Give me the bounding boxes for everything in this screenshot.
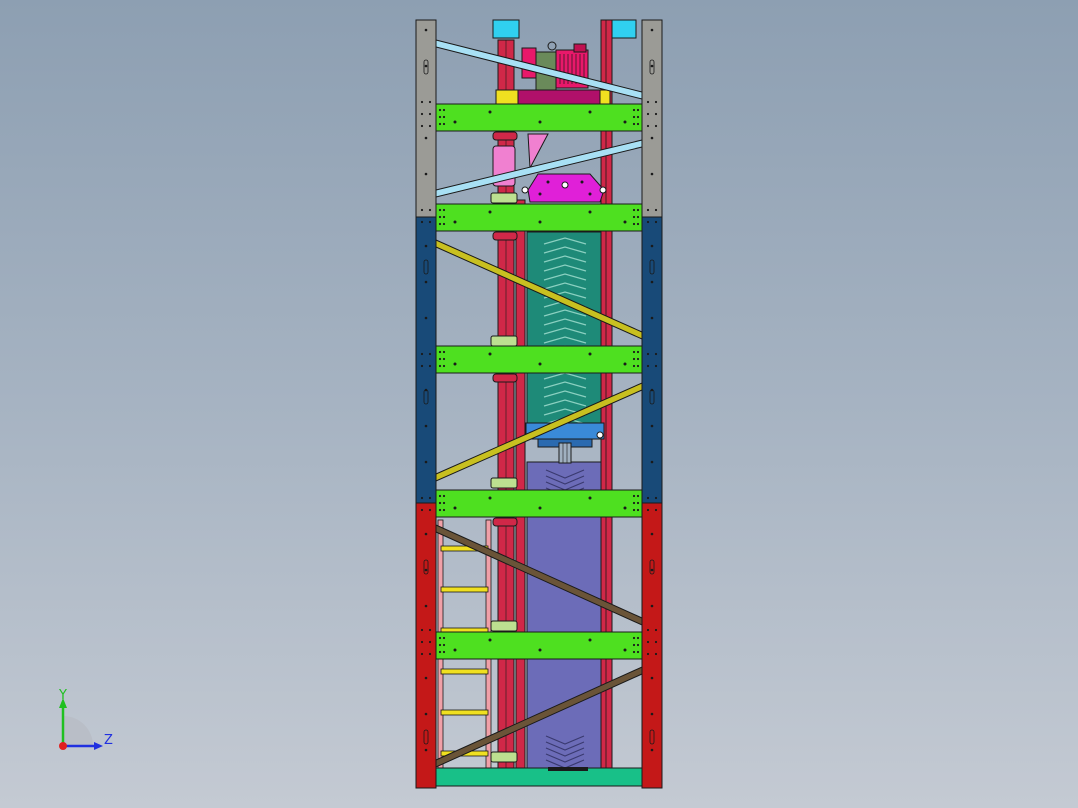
rail-bracket[interactable] xyxy=(490,751,518,763)
base-plate[interactable] xyxy=(435,767,643,787)
ladder-rung xyxy=(440,586,489,593)
z-axis-head xyxy=(94,742,103,750)
ladder-rung xyxy=(440,709,489,716)
rail-clamp xyxy=(492,131,518,141)
crossbeam-4[interactable] xyxy=(435,489,643,518)
gearbox[interactable] xyxy=(521,173,607,203)
y-axis-label: Y xyxy=(58,688,67,703)
ladder-rung xyxy=(440,668,489,675)
coordinate-triad: Y Z xyxy=(48,682,128,762)
crossbeam-1[interactable] xyxy=(435,103,643,132)
rail-bracket[interactable] xyxy=(490,477,518,489)
rail-clamp xyxy=(492,373,518,383)
column-right[interactable] xyxy=(641,19,663,789)
crossbeam-5[interactable] xyxy=(435,631,643,660)
triad-plane xyxy=(63,716,93,746)
rail-bracket[interactable] xyxy=(490,620,518,632)
conveyor-belt[interactable] xyxy=(526,231,602,425)
x-axis-dot xyxy=(59,742,67,750)
top-block-right[interactable] xyxy=(611,19,637,39)
crossbeam-3[interactable] xyxy=(435,345,643,374)
rail-clamp xyxy=(492,517,518,527)
rail-bracket[interactable] xyxy=(490,192,518,204)
crossbeam-2[interactable] xyxy=(435,203,643,232)
elevator-tower-model[interactable] xyxy=(0,0,1078,808)
graphics-viewport[interactable]: Y Z xyxy=(0,0,1078,808)
top-block-left[interactable] xyxy=(492,19,520,39)
rail-bracket[interactable] xyxy=(490,335,518,347)
rail-clamp xyxy=(492,231,518,241)
z-axis-label: Z xyxy=(104,733,113,748)
column-left[interactable] xyxy=(415,19,437,789)
